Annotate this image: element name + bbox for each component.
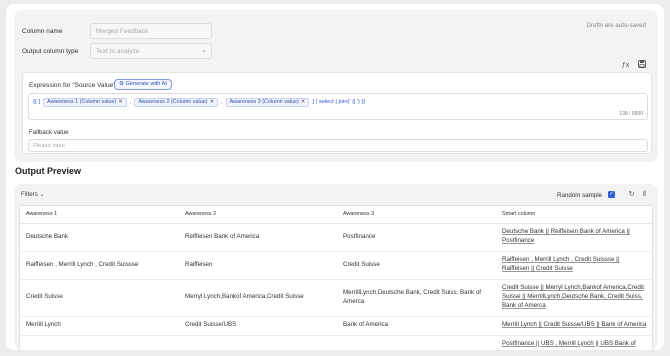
output-type-label: Output column type — [22, 48, 79, 55]
chip-label: Awareness 1 (Column value) — [47, 99, 117, 105]
generate-with-ai-button[interactable]: ⚙ Generate with AI — [114, 79, 172, 90]
random-sample-label: Random sample — [557, 192, 603, 199]
expression-label: Expression for "Source Value" — [29, 82, 116, 89]
fallback-label: Fallback value — [29, 129, 69, 136]
smart-cell: Postfinance || UBS , Merrill Lynch || UB… — [496, 335, 652, 350]
page: Column name Merged Feedback Output colum… — [6, 4, 664, 350]
table-cell: Reiffeisen Bank of America — [179, 223, 337, 252]
smart-cell: Merrill Lynch || Credit Suisse/UBS || Ba… — [496, 316, 652, 336]
generate-with-ai-label: Generate with AI — [125, 81, 167, 87]
output-type-select[interactable]: Text to analyze ⌄ — [90, 43, 212, 59]
table-cell: Raiffeisen , Merrill Lynch , Credit Suis… — [20, 251, 179, 280]
table-cell: Merrill Lynch — [20, 316, 179, 336]
smart-value: Postfinance || UBS , Merrill Lynch || UB… — [502, 339, 636, 347]
smart-value: Credit Suisse || Merryl Lynch,Bankof Ame… — [502, 284, 644, 309]
column-header: Smart column — [496, 206, 652, 224]
table-cell: Deutsche Bank — [20, 223, 179, 252]
table-cell: Credit Suisse — [337, 251, 496, 280]
columns-icon[interactable]: ⦀ — [640, 190, 649, 199]
smart-cell: Deutsche Bank || Reiffeisen Bank of Amer… — [496, 223, 652, 252]
column-name-label: Column name — [22, 28, 63, 35]
table-cell — [337, 335, 496, 350]
filters-button[interactable]: Filters ⌄ — [21, 191, 45, 198]
chevron-down-icon: ⌄ — [39, 191, 45, 198]
refresh-icon[interactable]: ↻ — [627, 190, 636, 199]
table-row: Postfinance || UBS , Merrill Lynch || UB… — [20, 335, 652, 350]
column-header: Awareness 3 — [337, 206, 496, 224]
column-chip[interactable]: Awareness 1 (Column value) ✕ — [43, 97, 127, 107]
smart-cell: Raiffeisen , Merrill Lynch , Credit Suis… — [496, 251, 652, 280]
chevron-down-icon: ⌄ — [201, 47, 207, 54]
table-header-row: Awareness 1 Awareness 2 Awareness 3 Smar… — [20, 206, 652, 224]
filters-label: Filters — [21, 191, 38, 198]
fallback-input[interactable]: Please input — [28, 139, 648, 152]
autosave-status: Drafts are auto-saved — [586, 22, 647, 29]
output-preview-panel: Filters ⌄ Random sample ✓ ↻ ⦀ Awareness … — [14, 184, 658, 350]
smart-value: Merrill Lynch || Credit Suisse/UBS || Ba… — [502, 321, 647, 329]
chip-separator: , — [221, 99, 223, 105]
close-icon[interactable]: ✕ — [118, 99, 123, 105]
column-chip[interactable]: Awareness 3 (Column value) ✕ — [225, 97, 310, 107]
table-row: Raiffeisen , Merrill Lynch , Credit Suis… — [20, 251, 652, 280]
ai-sparkle-icon: ⚙ — [119, 81, 125, 87]
column-header: Awareness 2 — [179, 206, 337, 224]
expression-card: Expression for "Source Value" ⚙ Generate… — [22, 72, 652, 154]
column-settings-panel: Column name Merged Feedback Output colum… — [14, 10, 658, 162]
expression-editor[interactable]: {{ [ Awareness 1 (Column value) ✕ , Awar… — [28, 93, 648, 120]
table-cell: Merryl Lynch,Bankof America,Credit Suiss… — [179, 279, 337, 317]
expression-tail: ] | select | join(' || ') }} — [312, 99, 366, 105]
table-cell: Credit Suisse — [20, 279, 179, 317]
table-cell: Raiffeisen — [179, 251, 337, 280]
table-cell — [20, 335, 179, 350]
table-row: Merrill Lynch Credit Suisse/UBS Bank of … — [20, 316, 652, 336]
table-cell — [179, 335, 337, 350]
output-type-value: Text to analyze — [96, 48, 140, 55]
column-chip[interactable]: Awareness 2 (Column value) ✕ — [134, 97, 219, 107]
close-icon[interactable]: ✕ — [301, 99, 306, 105]
table-cell: Bank of America — [337, 316, 496, 336]
table-row: Deutsche Bank Reiffeisen Bank of America… — [20, 223, 652, 252]
preview-table: Awareness 1 Awareness 2 Awareness 3 Smar… — [19, 205, 653, 350]
smart-value: Deutsche Bank || Reiffeisen Bank of Amer… — [502, 228, 630, 244]
column-name-input[interactable]: Merged Feedback — [90, 23, 212, 39]
chip-label: Awareness 2 (Column value) — [138, 99, 208, 105]
table-row: Credit Suisse Merryl Lynch,Bankof Americ… — [20, 279, 652, 317]
smart-cell: Credit Suisse || Merryl Lynch,Bankof Ame… — [496, 279, 652, 317]
column-header: Awareness 1 — [20, 206, 179, 224]
random-sample-checkbox[interactable]: ✓ — [608, 191, 615, 198]
table-cell: Credit Suisse/UBS — [179, 316, 337, 336]
table-cell: Postfinance — [337, 223, 496, 252]
smart-value: Raiffeisen , Merrill Lynch , Credit Suis… — [502, 256, 620, 272]
output-preview-title: Output Preview — [15, 166, 82, 176]
close-icon[interactable]: ✕ — [210, 99, 215, 105]
char-counter: 138 / 5000 — [619, 111, 643, 117]
expression-open: {{ [ — [33, 99, 41, 105]
chip-separator: , — [129, 99, 132, 105]
fx-icon[interactable]: ƒx — [620, 60, 631, 71]
save-icon[interactable] — [636, 60, 647, 71]
table-cell: MerrillLynch,Deutsche Bank, Credit Suiss… — [337, 279, 496, 317]
expression-line: {{ [ Awareness 1 (Column value) ✕ , Awar… — [33, 97, 365, 107]
chip-label: Awareness 3 (Column value) — [229, 99, 299, 105]
